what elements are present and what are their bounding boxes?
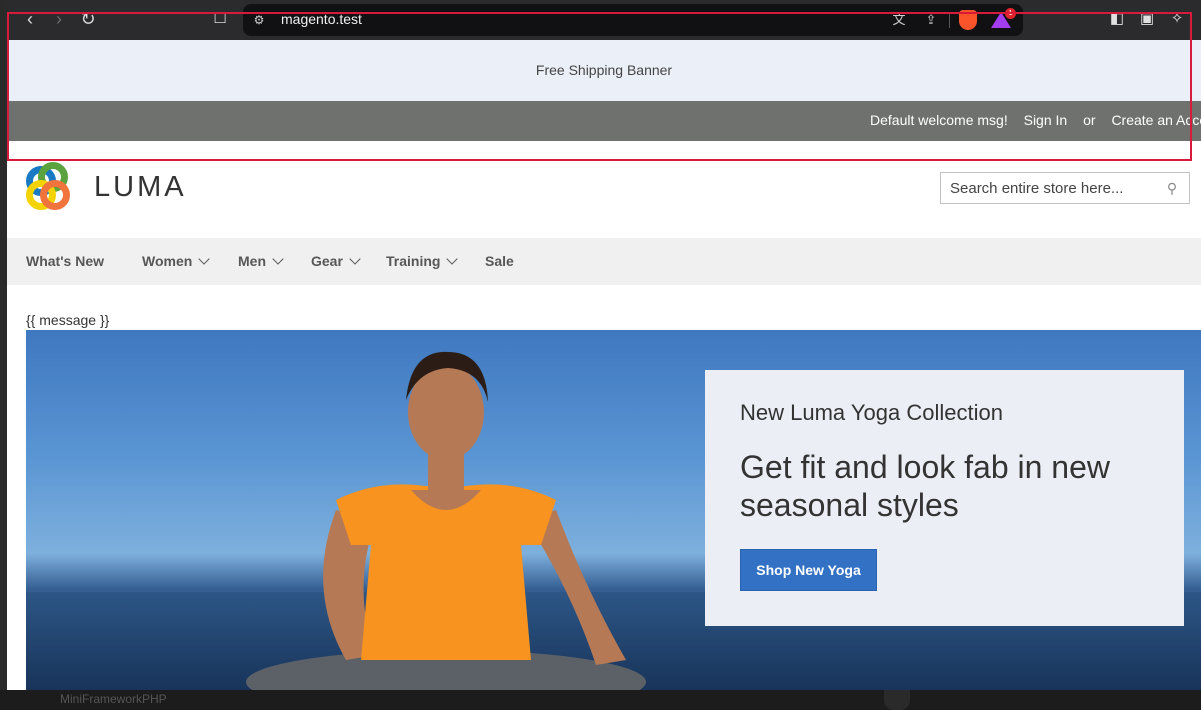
nav-item-training[interactable]: Training: [386, 253, 459, 269]
nav-item-label: Training: [386, 253, 441, 269]
search-icon[interactable]: ⚲: [1163, 179, 1181, 197]
nav-item-label: Sale: [485, 253, 514, 269]
header-panel: Default welcome msg! Sign In or Create a…: [7, 101, 1201, 141]
luma-logo[interactable]: LUMA: [26, 162, 206, 214]
nav-item-sale[interactable]: Sale: [485, 253, 514, 269]
desktop-bottom-strip: MiniFrameworkPHP: [0, 690, 1201, 710]
promo-kicker: New Luma Yoga Collection: [740, 400, 1003, 425]
promo-headline: Get fit and look fab in new seasonal sty…: [740, 449, 1110, 523]
or-text: or: [1083, 112, 1096, 128]
search-input[interactable]: [941, 173, 1161, 203]
message-placeholder: {{ message }}: [26, 312, 110, 328]
search-box: ⚲: [940, 172, 1190, 204]
promo-card: New Luma Yoga Collection Get fit and loo…: [705, 370, 1184, 626]
sidebar-toggle-icon[interactable]: ◧: [1107, 9, 1127, 29]
desktop-left-edge: [0, 0, 7, 710]
rewards-count-badge: 1: [1005, 8, 1016, 19]
wallet-icon[interactable]: ▣: [1137, 9, 1157, 29]
main-navigation: What's New Women Men Gear Training Sale: [7, 238, 1201, 285]
share-icon[interactable]: ⇪: [921, 11, 941, 29]
yoga-woman-image: [246, 351, 646, 690]
browser-toolbar: ‹ › ↻ ☐ ⚙ magento.test 文 ⇪ 1 ◧ ▣ ✧: [7, 0, 1201, 40]
logo-ring-orange: [40, 180, 70, 210]
translate-icon[interactable]: 文: [889, 11, 909, 29]
forward-arrow-icon[interactable]: ›: [48, 8, 70, 30]
background-window-control: [884, 690, 910, 710]
welcome-message: Default welcome msg!: [870, 112, 1008, 128]
site-settings-icon[interactable]: ⚙: [251, 12, 267, 28]
reload-icon[interactable]: ↻: [77, 8, 99, 30]
nav-item-label: What's New: [26, 253, 105, 269]
background-window-label: MiniFrameworkPHP: [60, 692, 167, 706]
logo-wordmark: LUMA: [94, 171, 187, 203]
nav-item-label: Men: [238, 253, 266, 269]
address-bar[interactable]: ⚙ magento.test 文 ⇪ 1: [243, 4, 1023, 36]
hero-banner[interactable]: New Luma Yoga Collection Get fit and loo…: [26, 330, 1201, 690]
nav-item-whats-new[interactable]: What's New: [26, 253, 104, 269]
free-shipping-banner: Free Shipping Banner: [7, 40, 1201, 101]
header-links: Default welcome msg! Sign In or Create a…: [870, 112, 1201, 128]
page-viewport: Free Shipping Banner Default welcome msg…: [7, 40, 1201, 690]
back-arrow-icon[interactable]: ‹: [19, 8, 41, 30]
leo-ai-icon[interactable]: ✧: [1167, 9, 1187, 29]
create-account-link[interactable]: Create an Acco: [1111, 112, 1201, 128]
nav-item-women[interactable]: Women: [142, 253, 210, 269]
chevron-down-icon: [349, 253, 361, 265]
bookmark-icon[interactable]: ☐: [209, 8, 231, 30]
shop-new-yoga-button[interactable]: Shop New Yoga: [740, 549, 877, 591]
brave-shields-icon[interactable]: [959, 10, 977, 30]
nav-item-label: Women: [142, 253, 193, 269]
address-bar-divider: [949, 12, 950, 28]
chevron-down-icon: [272, 253, 284, 265]
nav-item-men[interactable]: Men: [238, 253, 284, 269]
nav-item-label: Gear: [311, 253, 343, 269]
sign-in-link[interactable]: Sign In: [1024, 112, 1068, 128]
nav-item-gear[interactable]: Gear: [311, 253, 361, 269]
chevron-down-icon: [446, 253, 459, 265]
address-bar-url: magento.test: [281, 11, 362, 27]
chevron-down-icon: [198, 253, 210, 265]
